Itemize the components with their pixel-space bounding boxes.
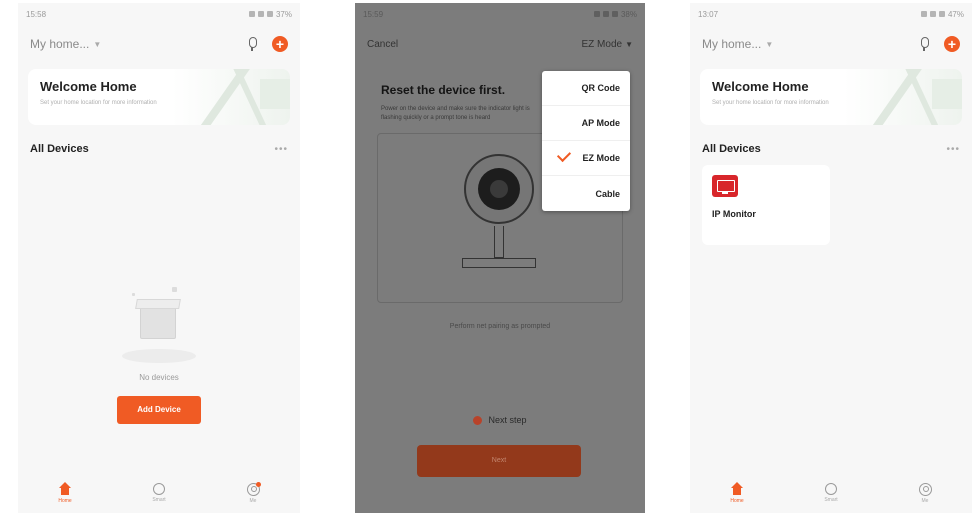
alarm-icon [920,11,927,17]
tab-smart-label: Smart [824,497,838,503]
home-icon [58,482,72,496]
map-decoration [200,69,290,125]
dropdown-item-ap-mode[interactable]: AP Mode [542,106,630,141]
map-decoration [872,69,962,125]
wifi-icon [257,11,264,17]
tab-smart[interactable]: Smart [129,483,189,503]
welcome-card[interactable]: Welcome Home Set your home location for … [700,69,962,125]
mic-icon[interactable] [918,37,930,51]
top-bar: My home... ▼ + [18,25,300,63]
all-devices-title: All Devices [702,143,761,155]
me-icon [246,481,261,496]
tab-me-label: Me [921,497,929,504]
tab-bar: Home Smart Me [18,473,300,513]
plus-icon[interactable]: + [944,36,960,52]
plus-icon[interactable]: + [272,36,288,52]
tab-bar: Home Smart Me [690,473,972,513]
box-icon [114,283,204,363]
chevron-down-icon: ▼ [625,39,633,49]
top-actions: + [246,36,288,52]
chevron-down-icon: ▼ [93,39,102,49]
status-time: 15:58 [26,9,47,19]
tab-home-label: Home [730,498,744,504]
home-selector-label: My home... [702,37,762,51]
more-icon[interactable]: ••• [274,144,288,155]
chevron-down-icon: ▼ [765,39,774,49]
wifi-icon [929,11,936,17]
signal-icon [938,11,945,17]
status-icons: 37% [248,9,292,19]
tab-me[interactable]: Me [223,481,283,504]
check-icon [556,147,572,163]
dropdown-item-label: QR Code [581,83,620,93]
dropdown-item-ez-mode[interactable]: EZ Mode [542,141,630,176]
camera-icon [464,154,534,224]
scene-icon [825,483,837,495]
status-battery: 37% [275,9,292,19]
cancel-button[interactable]: Cancel [367,39,398,50]
status-battery: 47% [947,9,964,19]
home-icon [730,482,744,496]
tab-smart[interactable]: Smart [801,483,861,503]
status-icons: 38% [593,9,637,19]
screen-home-empty: 15:58 37% My home... ▼ + Welcome Home Se… [18,3,300,513]
scene-icon [153,483,165,495]
next-step-confirm[interactable]: Next step [355,415,645,425]
dropdown-item-qr-code[interactable]: QR Code [542,71,630,106]
dropdown-item-label: Cable [595,188,620,199]
status-icons: 47% [920,9,964,19]
no-devices-text: No devices [139,373,179,382]
status-bar: 15:59 38% [355,3,645,25]
screen-add-device: 15:59 38% Cancel EZ Mode ▼ Reset the dev… [355,3,645,513]
all-devices-header: All Devices ••• [18,143,300,155]
tab-me-label: Me [249,497,257,504]
status-time: 13:07 [698,9,719,19]
wifi-icon [602,11,609,17]
top-bar: Cancel EZ Mode ▼ [355,25,645,63]
alarm-icon [248,11,255,17]
signal-icon [266,11,273,17]
device-name: IP Monitor [712,209,756,219]
top-actions: + [918,36,960,52]
home-selector[interactable]: My home... ▼ [30,37,101,51]
status-battery: 38% [620,9,637,19]
all-devices-header: All Devices ••• [690,143,972,155]
next-button[interactable]: Next [417,445,581,477]
perform-pairing-text: Perform net pairing as prompted [449,323,551,330]
reset-description: Power on the device and make sure the in… [381,106,530,121]
mode-selector-label: EZ Mode [581,38,623,50]
empty-state: No devices Add Device [18,283,300,424]
status-bar: 13:07 47% [690,3,972,25]
status-bar: 15:58 37% [18,3,300,25]
radio-checked-icon[interactable] [473,415,483,425]
screen-home-with-device: 13:07 47% My home... ▼ + Welcome Home Se… [690,3,972,513]
all-devices-title: All Devices [30,143,89,155]
tab-home-label: Home [58,498,72,504]
tab-smart-label: Smart [152,497,166,503]
tab-me[interactable]: Me [895,482,955,504]
dropdown-item-label: AP Mode [581,118,620,128]
tab-home[interactable]: Home [707,482,767,504]
mic-icon[interactable] [246,37,258,51]
more-icon[interactable]: ••• [946,144,960,155]
welcome-card[interactable]: Welcome Home Set your home location for … [28,69,290,125]
next-step-label: Next step [488,415,527,425]
home-selector[interactable]: My home... ▼ [702,37,773,51]
top-bar: My home... ▼ + [690,25,972,63]
notification-dot [255,481,261,487]
mode-selector[interactable]: EZ Mode ▼ [582,39,634,50]
signal-icon [611,11,618,17]
alarm-icon [593,11,600,17]
device-card-ip-monitor[interactable]: IP Monitor [702,165,830,245]
monitor-icon [712,175,738,197]
me-icon [918,482,932,496]
tab-home[interactable]: Home [35,482,95,504]
home-selector-label: My home... [30,37,90,51]
mode-dropdown: QR Code AP Mode EZ Mode Cable [542,71,630,211]
status-time: 15:59 [363,9,384,19]
dropdown-item-label: EZ Mode [582,153,621,163]
dropdown-item-cable[interactable]: Cable [542,176,630,211]
add-device-button[interactable]: Add Device [117,396,201,424]
